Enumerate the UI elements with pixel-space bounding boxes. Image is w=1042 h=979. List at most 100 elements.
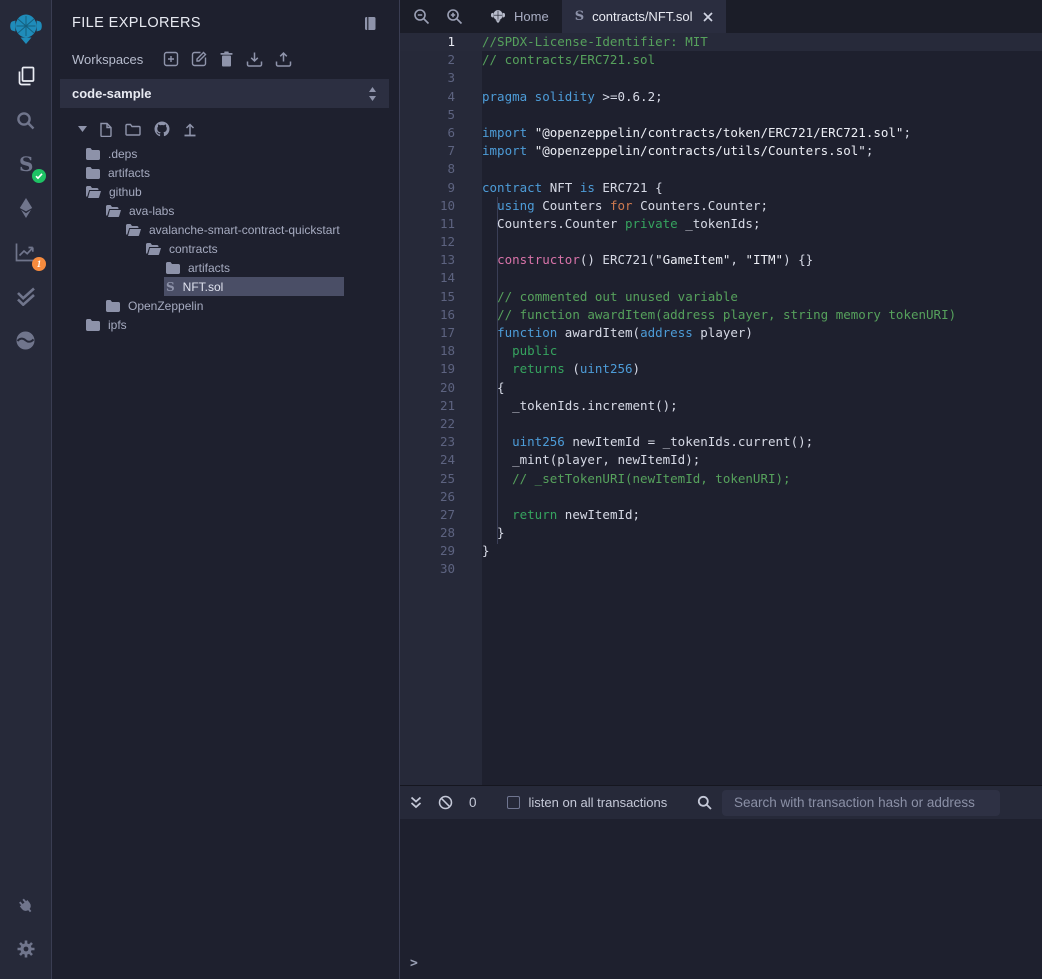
github-icon[interactable] (154, 121, 170, 137)
tree-item-label: artifacts (188, 261, 230, 275)
code-line-13: 13 constructor() ERC721("GameItem", "ITM… (400, 251, 1042, 269)
sidebar-item-file-explorer[interactable] (0, 54, 51, 98)
double-check-icon (15, 287, 37, 306)
sidebar-item-plugin-circle[interactable] (0, 318, 51, 362)
upload-file-icon[interactable] (183, 122, 197, 137)
code-editor[interactable]: 1//SPDX-License-Identifier: MIT2// contr… (400, 33, 1042, 785)
line-number: 19 (400, 360, 482, 378)
code-line-14: 14 (400, 269, 1042, 287)
tab-home[interactable]: Home (477, 0, 562, 33)
code-lines: 1//SPDX-License-Identifier: MIT2// contr… (400, 33, 1042, 579)
sidebar-item-unit-testing[interactable] (0, 274, 51, 318)
search-icon (15, 110, 36, 131)
tab-contracts-nft-sol[interactable]: Scontracts/NFT.sol (562, 0, 726, 33)
rename-workspace-icon[interactable] (191, 51, 207, 67)
folder-open-icon (106, 205, 121, 217)
zoom-in-icon[interactable] (446, 8, 463, 25)
line-number: 26 (400, 488, 482, 506)
clear-console-icon[interactable] (438, 795, 453, 810)
folder-open-icon (126, 224, 141, 236)
workspace-select-value: code-sample (72, 86, 151, 101)
terminal-search-input[interactable] (722, 790, 1000, 816)
code-line-24: 24 _mint(player, newItemId); (400, 451, 1042, 469)
code-line-12: 12 (400, 233, 1042, 251)
code-line-28: 28 } (400, 524, 1042, 542)
tree-item-label: avalanche-smart-contract-quickstart (149, 223, 340, 237)
code-line-29: 29} (400, 542, 1042, 560)
line-number: 18 (400, 342, 482, 360)
tree-item-label: ava-labs (129, 204, 174, 218)
line-number: 13 (400, 251, 482, 269)
new-file-icon[interactable] (100, 122, 112, 137)
line-number: 29 (400, 542, 482, 560)
terminal-output[interactable]: > (400, 819, 1042, 979)
tree-item-artifacts[interactable]: artifacts (52, 163, 399, 182)
tab-label: Home (514, 9, 549, 24)
compile-success-badge (32, 169, 46, 183)
code-line-19: 19 returns (uint256) (400, 360, 1042, 378)
close-tab-icon[interactable] (703, 12, 713, 22)
check-icon (35, 172, 43, 180)
tree-item-github[interactable]: github (52, 182, 399, 201)
line-number: 2 (400, 51, 482, 69)
folder-open-icon (146, 243, 161, 255)
folder-icon (86, 148, 100, 160)
code-line-11: 11 Counters.Counter private _tokenIds; (400, 215, 1042, 233)
code-line-4: 4pragma solidity >=0.6.2; (400, 88, 1042, 106)
remix-ide-window: S 1 (0, 0, 1042, 979)
file-explorer-panel: FILE EXPLORERS Workspaces (52, 0, 400, 979)
delete-workspace-icon[interactable] (219, 51, 234, 67)
code-line-23: 23 uint256 newItemId = _tokenIds.current… (400, 433, 1042, 451)
sidebar-item-plugin-manager[interactable] (0, 883, 51, 927)
line-number: 21 (400, 397, 482, 415)
tree-item-avalanche-smart-contract-quickstart[interactable]: avalanche-smart-contract-quickstart (52, 220, 399, 239)
tree-item-label: NFT.sol (183, 280, 224, 294)
remix-logo[interactable] (0, 4, 51, 54)
line-number: 17 (400, 324, 482, 342)
sidebar-item-deploy-and-run[interactable] (0, 186, 51, 230)
code-line-20: 20 { (400, 379, 1042, 397)
listen-transactions-checkbox[interactable] (507, 796, 520, 809)
editor-zoom-controls (400, 0, 477, 33)
collapse-terminal-icon[interactable] (410, 796, 422, 809)
line-number: 5 (400, 106, 482, 124)
caret-down-icon[interactable] (78, 126, 87, 132)
tree-item-label: github (109, 185, 142, 199)
code-line-9: 9contract NFT is ERC721 { (400, 179, 1042, 197)
zoom-out-icon[interactable] (413, 8, 430, 25)
remix-logo-icon (8, 13, 44, 45)
code-line-30: 30 (400, 560, 1042, 578)
tab-list: Home Scontracts/NFT.sol (477, 0, 726, 33)
code-line-18: 18 public (400, 342, 1042, 360)
sidebar-item-settings[interactable] (0, 927, 51, 971)
tree-item-contracts[interactable]: contracts (52, 239, 399, 258)
restore-workspace-icon[interactable] (275, 51, 292, 67)
workspace-select[interactable]: code-sample (60, 79, 389, 108)
new-folder-icon[interactable] (125, 123, 141, 136)
book-menu-icon[interactable] (363, 16, 377, 31)
tree-item--deps[interactable]: .deps (52, 144, 399, 163)
line-number: 3 (400, 69, 482, 87)
tree-item-nft-sol[interactable]: SNFT.sol (52, 277, 399, 296)
tree-toolbar (52, 108, 399, 144)
tree-item-artifacts[interactable]: artifacts (52, 258, 399, 277)
tree-item-ipfs[interactable]: ipfs (52, 315, 399, 334)
line-number: 8 (400, 160, 482, 178)
circle-wave-icon (15, 330, 36, 351)
solidity-file-icon: S (575, 11, 584, 23)
tree-item-openzeppelin[interactable]: OpenZeppelin (52, 296, 399, 315)
svg-text:S: S (19, 152, 33, 176)
create-workspace-icon[interactable] (163, 51, 179, 67)
file-explorer-icon (15, 65, 37, 87)
sidebar-item-static-analysis[interactable]: 1 (0, 230, 51, 274)
terminal-prompt: > (410, 956, 418, 971)
remix-home-icon (490, 9, 506, 24)
sidebar-item-search[interactable] (0, 98, 51, 142)
sidebar-item-solidity-compiler[interactable]: S (0, 142, 51, 186)
code-line-26: 26 (400, 488, 1042, 506)
icon-rail-top: S 1 (0, 0, 51, 362)
code-line-8: 8 (400, 160, 1042, 178)
download-workspace-icon[interactable] (246, 51, 263, 67)
tree-item-ava-labs[interactable]: ava-labs (52, 201, 399, 220)
code-line-1: 1//SPDX-License-Identifier: MIT (400, 33, 1042, 51)
